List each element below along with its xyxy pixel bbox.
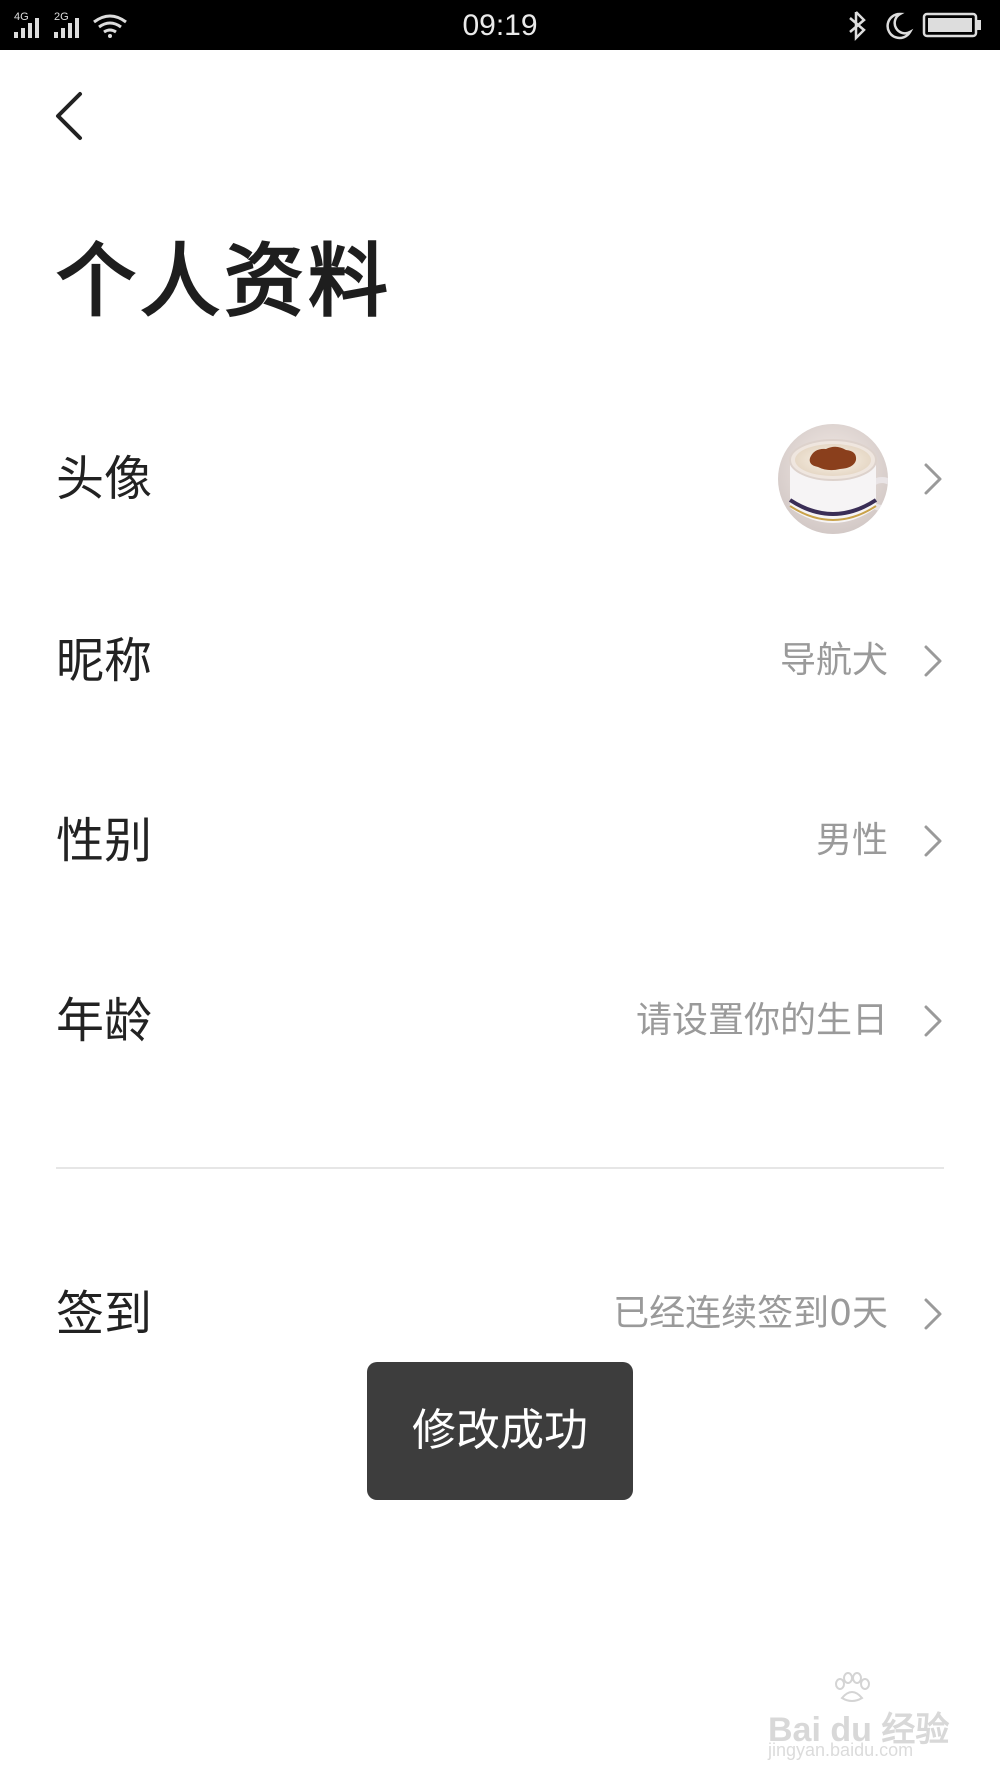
baidu-jingyan-watermark: Bai du 经验 jingyan.baidu.com	[764, 1672, 954, 1762]
avatar[interactable]	[778, 424, 888, 534]
age-value: 请设置你的生日	[635, 1000, 888, 1041]
row-avatar[interactable]: 头像	[56, 414, 944, 544]
row-label: 昵称	[56, 633, 153, 689]
back-button[interactable]	[44, 84, 94, 148]
moon-icon	[886, 12, 914, 40]
nickname-value: 导航犬	[779, 640, 888, 681]
row-age[interactable]: 年龄 请设置你的生日	[56, 956, 944, 1086]
battery-icon	[922, 12, 981, 38]
row-label: 头像	[56, 451, 153, 507]
watermark-url: jingyan.baidu.com	[768, 1740, 914, 1760]
bluetooth-icon	[849, 11, 866, 42]
page-title: 个人资料	[56, 235, 392, 328]
status-bar: 4G 2G 09:19	[0, 0, 1000, 50]
section-divider	[56, 1167, 944, 1169]
gender-value: 男性	[815, 820, 888, 861]
chevron-left-icon	[56, 92, 82, 140]
chevron-right-icon	[924, 463, 942, 495]
chevron-right-icon	[924, 825, 942, 857]
row-label: 签到	[56, 1286, 153, 1342]
checkin-value: 已经连续签到0天	[613, 1293, 888, 1334]
row-label: 性别	[56, 813, 153, 869]
status-right-icons	[842, 8, 992, 42]
toast-message: 修改成功	[367, 1362, 633, 1500]
row-gender[interactable]: 性别 男性	[56, 776, 944, 906]
chevron-right-icon	[924, 645, 942, 677]
row-label: 年龄	[56, 993, 153, 1049]
avatar-image	[778, 424, 888, 534]
chevron-right-icon	[924, 1298, 942, 1330]
chevron-right-icon	[924, 1005, 942, 1037]
paw-icon	[835, 1672, 870, 1702]
row-nickname[interactable]: 昵称 导航犬	[56, 596, 944, 726]
row-checkin[interactable]: 签到 已经连续签到0天	[56, 1249, 944, 1379]
